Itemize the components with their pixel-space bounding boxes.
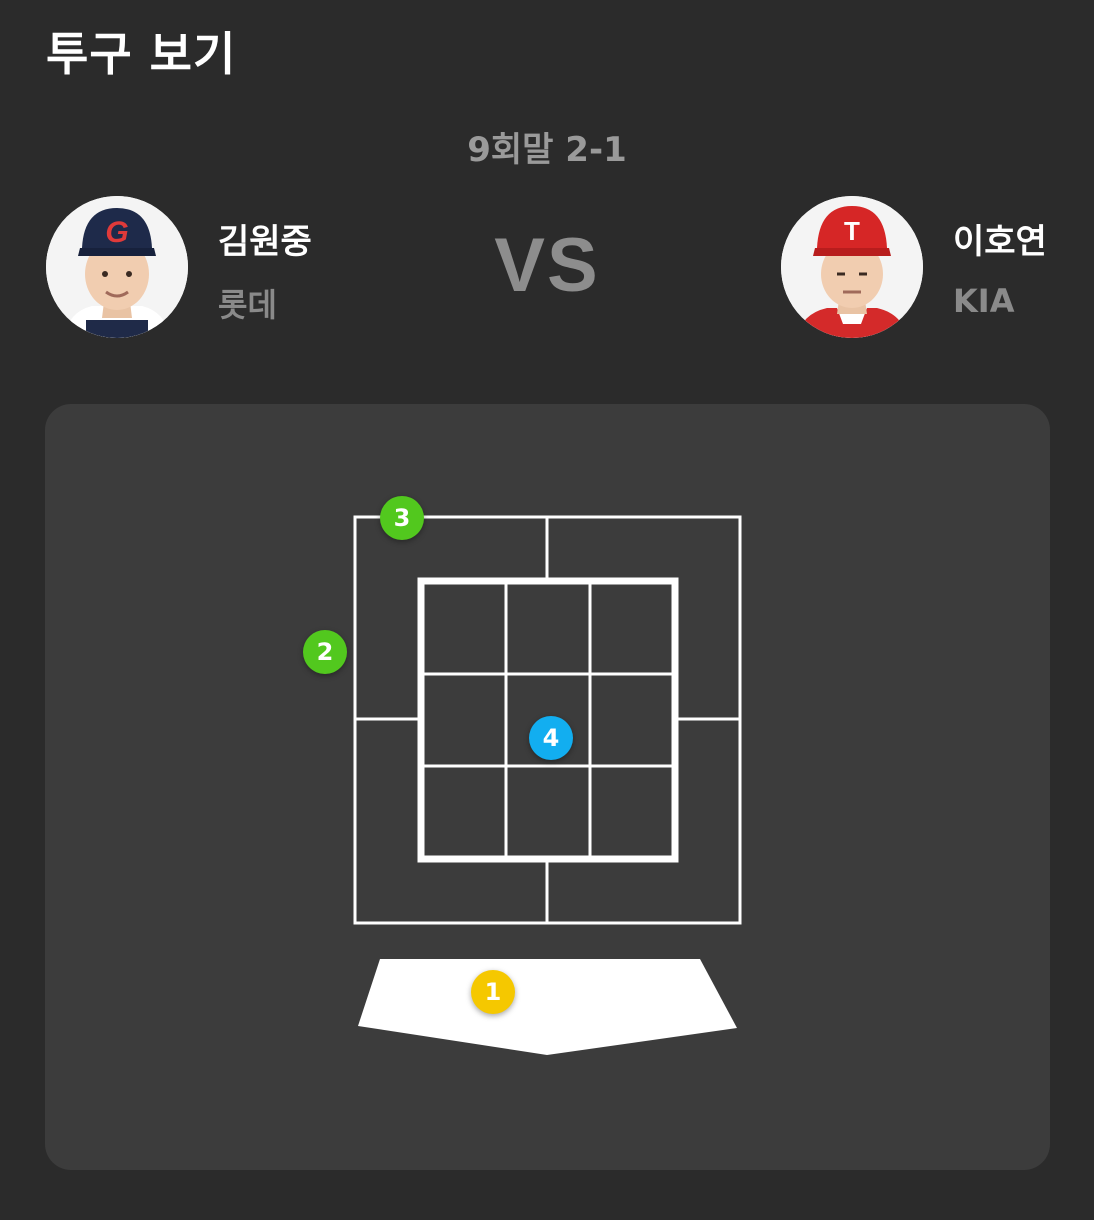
pitch-marker-1[interactable]: 1 bbox=[471, 970, 515, 1014]
batter-team: KIA bbox=[953, 282, 1015, 320]
pitch-number: 3 bbox=[393, 504, 411, 532]
strike-zone-diagram bbox=[353, 515, 742, 1055]
pitch-marker-3[interactable]: 3 bbox=[380, 496, 424, 540]
page-title: 투구 보기 bbox=[46, 27, 237, 81]
pitch-number: 2 bbox=[316, 638, 334, 666]
strike-zone-card: 1 2 3 4 bbox=[45, 404, 1050, 1170]
vs-label: VS bbox=[494, 223, 600, 308]
pitch-number: 1 bbox=[484, 978, 502, 1006]
pitch-view-panel: 투구 보기 9회말 2-1 G 김원중 롯데 VS T 이호연 KIA 1 2 … bbox=[0, 0, 1094, 1220]
inning-score: 9회말 2-1 bbox=[467, 130, 627, 170]
pitch-marker-2[interactable]: 2 bbox=[303, 630, 347, 674]
batter-avatar[interactable]: T bbox=[781, 196, 923, 338]
pitch-marker-4[interactable]: 4 bbox=[529, 716, 573, 760]
pitch-number: 4 bbox=[542, 724, 560, 752]
batter-name: 이호연 bbox=[953, 222, 1047, 262]
batter-cap-logo: T bbox=[844, 216, 860, 246]
home-plate bbox=[358, 959, 737, 1055]
